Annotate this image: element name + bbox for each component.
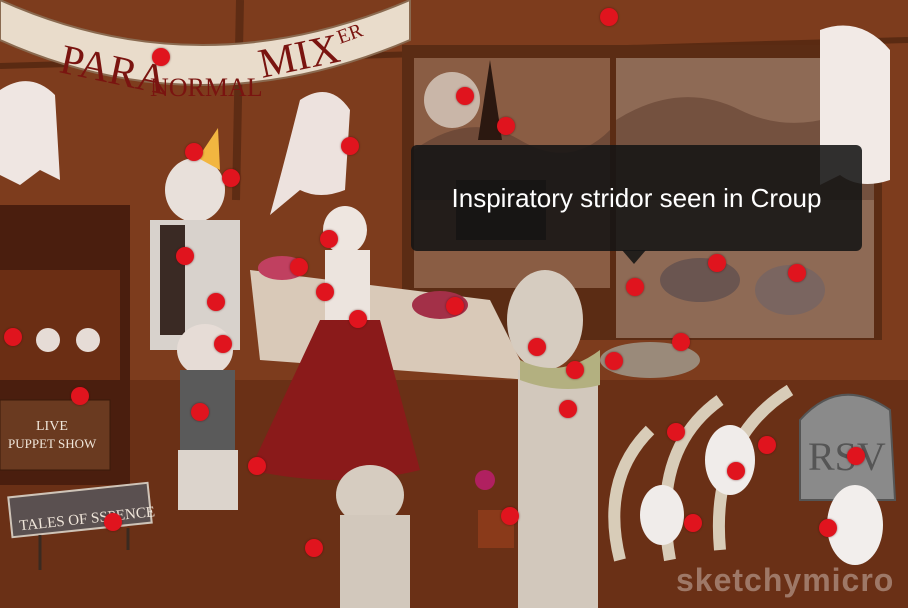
puppet-sign-line1: LIVE: [36, 419, 68, 434]
tooltip: Inspiratory stridor seen in Croup: [411, 145, 862, 251]
hotspot-mummy-scarf[interactable]: [559, 400, 577, 418]
hotspot-rat-shirt[interactable]: [214, 335, 232, 353]
small-mummy: [336, 465, 410, 608]
ghost-left: [0, 81, 60, 185]
hotspot-ghost-keys[interactable]: [819, 519, 837, 537]
tooltip-arrow: [622, 250, 646, 264]
small-rat: [177, 324, 238, 510]
hotspot-lady-neck[interactable]: [446, 297, 464, 315]
hotspot-ghost-small[interactable]: [684, 514, 702, 532]
hotspot-banner[interactable]: [152, 48, 170, 66]
hotspot-moon[interactable]: [456, 87, 474, 105]
hotspot-seal[interactable]: [788, 264, 806, 282]
hotspot-rat-vest[interactable]: [176, 247, 194, 265]
ghost-small: [640, 485, 684, 545]
hotspot-ghost-ribs[interactable]: [727, 462, 745, 480]
hotspot-rat-cheek[interactable]: [222, 169, 240, 187]
banner-normal: NORMAL: [150, 73, 263, 102]
hotspot-mummy-hand[interactable]: [305, 539, 323, 557]
seal-1: [660, 258, 740, 302]
hotspot-tray[interactable]: [667, 423, 685, 441]
hotspot-mummy-chest[interactable]: [501, 507, 519, 525]
hotspot-puppet[interactable]: [4, 328, 22, 346]
hotspot-ghost-wall[interactable]: [341, 137, 359, 155]
hotspot-lady-head[interactable]: [316, 283, 334, 301]
hotspot-rib[interactable]: [758, 436, 776, 454]
tooltip-text: Inspiratory stridor seen in Croup: [451, 182, 822, 213]
watermark: sketchymicro: [676, 562, 895, 598]
hotspot-tentacles[interactable]: [605, 352, 623, 370]
hotspot-mummy-face[interactable]: [566, 361, 584, 379]
hotspot-small-rat-head[interactable]: [290, 258, 308, 276]
hotspot-seal-2[interactable]: [672, 333, 690, 351]
ghost-ribs: [705, 425, 755, 495]
hotspot-small-rat-foot[interactable]: [248, 457, 266, 475]
hotspot-rsv[interactable]: [847, 447, 865, 465]
puppet-sign-line2: PUPPET SHOW: [8, 436, 97, 451]
hotspot-party-hat[interactable]: [185, 143, 203, 161]
puppet-stage: LIVE PUPPET SHOW: [0, 205, 130, 485]
hotspot-lady-bowl[interactable]: [528, 338, 546, 356]
hotspot-steeple[interactable]: [497, 117, 515, 135]
hotspot-bowl[interactable]: [320, 230, 338, 248]
hotspot-window-ground[interactable]: [708, 254, 726, 272]
hotspot-rat-belly[interactable]: [207, 293, 225, 311]
hotspot-lady-dress[interactable]: [349, 310, 367, 328]
hotspot-top-lamp[interactable]: [600, 8, 618, 26]
hotspot-puppet-stage[interactable]: [71, 387, 89, 405]
hotspot-small-rat-hand[interactable]: [191, 403, 209, 421]
hotspot-sign[interactable]: [104, 513, 122, 531]
hotspot-small-mummy[interactable]: [626, 278, 644, 296]
